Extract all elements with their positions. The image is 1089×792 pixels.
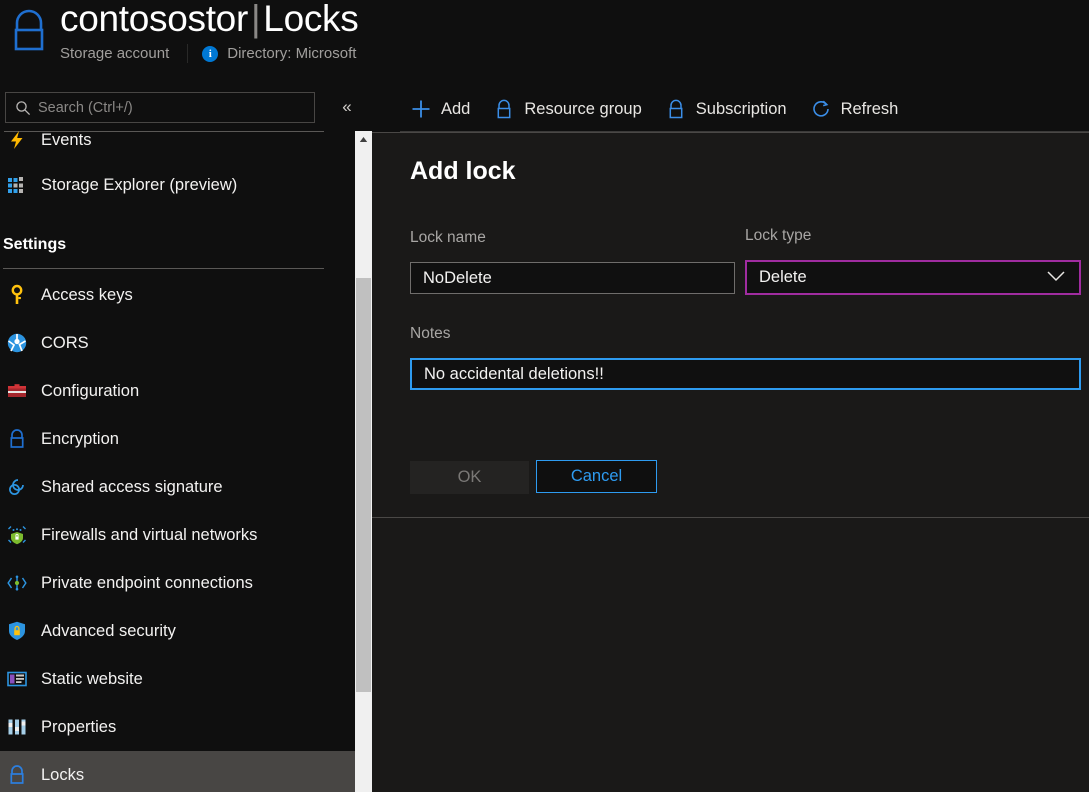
header-subtitle: Storage account i Directory: Microsoft [60, 44, 356, 63]
panel-title: Add lock [410, 157, 516, 186]
azure-portal-root: contosostor|Locks Storage account i Dire… [0, 0, 1089, 792]
sidebar-item-firewalls-and-virtual-networks[interactable]: Firewalls and virtual networks [0, 511, 355, 559]
subscription-button[interactable]: Subscription [655, 90, 800, 128]
sidebar-scrollbar-thumb[interactable] [356, 278, 371, 692]
sidebar-item-label: Events [41, 131, 91, 150]
command-toolbar: Add Resource group Subscription [400, 89, 911, 129]
static-website-icon [5, 667, 29, 691]
sidebar-item-shared-access-signature[interactable]: Shared access signature [0, 463, 355, 511]
sidebar-item-configuration[interactable]: Configuration [0, 367, 355, 415]
lock-icon [8, 8, 50, 54]
sidebar-item-locks[interactable]: Locks [0, 751, 355, 792]
resource-group-button-label: Resource group [524, 100, 641, 119]
cors-globe-icon [5, 331, 29, 355]
lock-name-input[interactable]: NoDelete [410, 262, 735, 294]
sidebar-item-label: Configuration [41, 382, 139, 401]
sidebar-item-label: Advanced security [41, 622, 176, 641]
sidebar-item-label: CORS [41, 334, 89, 353]
resource-name: contosostor [60, 0, 248, 39]
sidebar-item-static-website[interactable]: Static website [0, 655, 355, 703]
subtitle-divider [187, 44, 188, 63]
chevron-down-icon [1047, 268, 1065, 287]
lock-type-value: Delete [759, 268, 807, 287]
lock-icon [665, 98, 687, 120]
firewall-shield-icon [5, 523, 29, 547]
panel-bottom-divider [372, 517, 1089, 518]
sidebar-item-label: Encryption [41, 430, 119, 449]
sidebar-item-label: Firewalls and virtual networks [41, 526, 257, 545]
properties-icon [5, 715, 29, 739]
add-button[interactable]: Add [400, 90, 483, 128]
sidebar-item-label: Locks [41, 766, 84, 785]
lock-icon [5, 427, 29, 451]
cancel-button[interactable]: Cancel [536, 460, 657, 493]
plus-icon [410, 98, 432, 120]
title-separator: | [248, 0, 263, 39]
lock-name-value: NoDelete [423, 269, 492, 288]
refresh-icon [810, 98, 832, 120]
sidebar-item-label: Private endpoint connections [41, 574, 253, 593]
chevron-double-left-icon[interactable]: « [333, 93, 361, 121]
sidebar-item-properties[interactable]: Properties [0, 703, 355, 751]
add-button-label: Add [441, 100, 470, 119]
lock-type-dropdown[interactable]: Delete [745, 260, 1081, 295]
ok-button[interactable]: OK [410, 461, 529, 494]
page-name: Locks [263, 0, 358, 39]
link-rings-icon [5, 475, 29, 499]
sidebar-item-label: Static website [41, 670, 143, 689]
resource-group-button[interactable]: Resource group [483, 90, 654, 128]
sidebar-item-encryption[interactable]: Encryption [0, 415, 355, 463]
lock-icon [5, 763, 29, 787]
private-endpoint-icon [5, 571, 29, 595]
refresh-button[interactable]: Refresh [800, 90, 912, 128]
subscription-button-label: Subscription [696, 100, 787, 119]
notes-input[interactable]: No accidental deletions!! [410, 358, 1081, 390]
page-title: contosostor|Locks [60, 0, 358, 40]
notes-value: No accidental deletions!! [424, 365, 604, 384]
key-icon [5, 283, 29, 307]
search-placeholder: Search (Ctrl+/) [38, 100, 133, 116]
sidebar-group-divider [3, 268, 324, 269]
directory-label: Directory: Microsoft [227, 45, 356, 62]
sidebar-item-storage-explorer[interactable]: Storage Explorer (preview) [0, 161, 355, 209]
lock-name-label: Lock name [410, 229, 486, 247]
resource-type-label: Storage account [60, 45, 169, 62]
lock-type-label: Lock type [745, 227, 811, 245]
storage-explorer-icon [5, 173, 29, 197]
ok-button-label: OK [458, 468, 482, 487]
sidebar-item-label: Properties [41, 718, 116, 737]
lock-icon [493, 98, 515, 120]
shield-lock-icon [5, 619, 29, 643]
configuration-icon [5, 379, 29, 403]
cancel-button-label: Cancel [571, 467, 622, 486]
search-icon [15, 100, 31, 116]
sidebar-item-private-endpoint-connections[interactable]: Private endpoint connections [0, 559, 355, 607]
page-header: contosostor|Locks Storage account i Dire… [0, 0, 1089, 84]
refresh-button-label: Refresh [841, 100, 899, 119]
sidebar-item-label: Storage Explorer (preview) [41, 176, 237, 195]
sidebar-item-advanced-security[interactable]: Advanced security [0, 607, 355, 655]
notes-label: Notes [410, 325, 451, 343]
sidebar-item-label: Access keys [41, 286, 133, 305]
sidebar-item-cors[interactable]: CORS [0, 319, 355, 367]
sidebar-item-events[interactable]: Events [0, 131, 355, 164]
sidebar-group-settings: Settings [3, 236, 66, 254]
sidebar-item-label: Shared access signature [41, 478, 223, 497]
caret-up-icon[interactable] [355, 131, 372, 148]
sidebar-item-access-keys[interactable]: Access keys [0, 271, 355, 319]
info-icon: i [202, 46, 218, 62]
resource-menu-sidebar: Events Storage Explorer (preview) [0, 131, 355, 792]
lightning-bolt-icon [5, 131, 29, 152]
search-input[interactable]: Search (Ctrl+/) [5, 92, 315, 123]
